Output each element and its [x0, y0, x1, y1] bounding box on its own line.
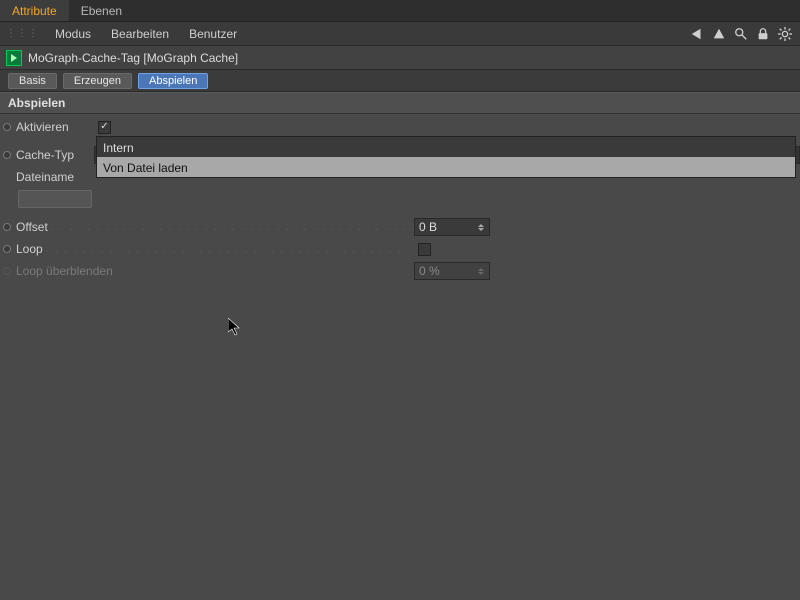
spinner-offset[interactable]: 0 B — [414, 218, 490, 236]
row-dateiname-path — [0, 188, 800, 210]
anim-dot-loop-blend — [0, 264, 14, 278]
spinner-offset-value: 0 B — [419, 220, 477, 234]
tab-ebenen[interactable]: Ebenen — [69, 0, 134, 21]
spinner-loop-blend-arrows — [477, 268, 485, 275]
checkbox-aktivieren[interactable] — [98, 121, 111, 134]
row-offset: Offset . . . . . . . . . . . . . . . . .… — [0, 216, 800, 238]
nav-up-icon[interactable] — [710, 25, 728, 43]
spinner-loop-blend-value: 0 % — [419, 264, 477, 278]
label-loop-blend: Loop überblenden — [14, 264, 113, 278]
tab-attribute[interactable]: Attribute — [0, 0, 69, 21]
menu-benutzer[interactable]: Benutzer — [181, 24, 245, 44]
subtab-abspielen[interactable]: Abspielen — [138, 73, 208, 89]
gear-icon[interactable] — [776, 25, 794, 43]
object-header: MoGraph-Cache-Tag [MoGraph Cache] — [0, 46, 800, 70]
dropdown-option-von-datei[interactable]: Von Datei laden — [97, 157, 795, 177]
row-loop: Loop . . . . . . . . . . . . . . . . . .… — [0, 238, 800, 260]
label-cache-typ: Cache-Typ — [14, 148, 94, 162]
subtab-erzeugen[interactable]: Erzeugen — [63, 73, 132, 89]
menu-bearbeiten[interactable]: Bearbeiten — [103, 24, 177, 44]
mouse-cursor-icon — [228, 318, 242, 339]
nav-back-icon[interactable] — [688, 25, 706, 43]
row-aktivieren: Aktivieren — [0, 116, 800, 138]
dropdown-option-intern[interactable]: Intern — [97, 137, 795, 157]
anim-dot-loop[interactable] — [0, 242, 14, 256]
grip-icon: ⋮⋮⋮ — [6, 28, 39, 39]
dropdown-cache-typ-list: Intern Von Datei laden — [96, 136, 796, 178]
sub-tab-strip: Basis Erzeugen Abspielen — [0, 70, 800, 92]
label-loop: Loop — [14, 242, 43, 256]
spinner-loop-blend: 0 % — [414, 262, 490, 280]
lock-icon[interactable] — [754, 25, 772, 43]
anim-dot-cache-typ[interactable] — [0, 148, 14, 162]
mograph-cache-tag-icon — [6, 50, 22, 66]
checkbox-loop[interactable] — [418, 243, 431, 256]
search-icon[interactable] — [732, 25, 750, 43]
browse-path-button[interactable] — [18, 190, 92, 208]
anim-dot-offset[interactable] — [0, 220, 14, 234]
label-dateiname: Dateiname — [14, 170, 94, 184]
menu-bar: ⋮⋮⋮ Modus Bearbeiten Benutzer — [0, 22, 800, 46]
spinner-offset-arrows[interactable] — [477, 224, 485, 231]
object-title: MoGraph-Cache-Tag [MoGraph Cache] — [28, 51, 238, 65]
label-offset: Offset — [14, 220, 48, 234]
section-abspielen: Abspielen — [0, 92, 800, 114]
subtab-basis[interactable]: Basis — [8, 73, 57, 89]
properties-panel: Aktivieren Cache-Typ Von Datei laden Dat… — [0, 114, 800, 284]
label-aktivieren: Aktivieren — [14, 120, 94, 134]
row-loop-blend: Loop überblenden . . . . . . . . . . . .… — [0, 260, 800, 282]
menu-modus[interactable]: Modus — [47, 24, 99, 44]
top-tab-strip: Attribute Ebenen — [0, 0, 800, 22]
anim-dot-dateiname-spacer — [0, 170, 14, 184]
anim-dot-aktivieren[interactable] — [0, 120, 14, 134]
